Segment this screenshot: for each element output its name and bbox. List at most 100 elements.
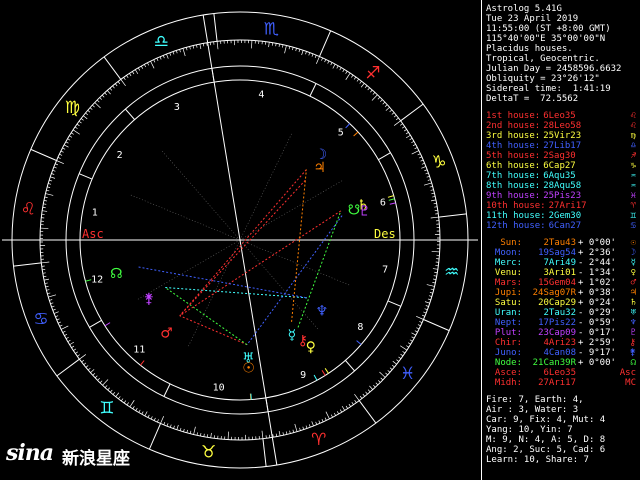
degree-tick (285, 431, 288, 435)
degree-tick (377, 96, 381, 100)
house-label: 6th house: (486, 161, 541, 171)
degree-tick (411, 336, 415, 339)
planet-row: Chir: 4Ari23 + 2°59' ⚷ (486, 338, 640, 348)
sign-divider (438, 213, 467, 218)
header-line: DeltaT = 72.5562 (486, 94, 579, 104)
degree-tick (405, 134, 411, 139)
degree-tick (56, 160, 64, 165)
planet-value: 15Gem04 (538, 278, 576, 288)
sign-glyph-icon: ♍ (65, 98, 80, 118)
degree-tick (74, 126, 78, 129)
house-row: 9th house: 25Pis23 ♓ (486, 191, 640, 201)
house-value: 25Vir23 (543, 131, 582, 141)
degree-tick (423, 311, 427, 314)
summary-line: Fire: 7, Earth: 4, (486, 395, 584, 405)
degree-tick (330, 414, 333, 418)
planet-value: 17Pis22 (538, 318, 576, 328)
degree-tick (384, 104, 388, 107)
planet-marker (356, 340, 362, 345)
planet-row: Plut: 23Cap09- 0°17' ♇ (486, 328, 640, 338)
summary-line: Ang: 2, Suc: 5, Cad: 6 (486, 445, 606, 455)
degree-tick (56, 318, 60, 321)
house-cusp-inner (239, 239, 350, 286)
house-label: 7th house: (486, 171, 541, 181)
sign-icon: ♎ (630, 141, 636, 151)
degree-tick (109, 87, 113, 91)
degree-tick (173, 425, 175, 429)
planet-value: 2Tau43 (543, 238, 576, 248)
house-number: 4 (258, 90, 264, 101)
house-cusp (345, 360, 355, 372)
sign-icon: ♌ (630, 121, 636, 131)
degree-tick (342, 69, 345, 73)
planet-label: Merc: (494, 258, 522, 268)
sign-divider (30, 148, 57, 161)
planet-rate: + 2°36' (578, 248, 616, 258)
degree-tick (305, 51, 307, 55)
degree-tick (426, 175, 430, 178)
degree-tick (49, 179, 53, 182)
degree-tick (430, 199, 436, 202)
degree-tick (378, 380, 381, 383)
planet-position-list: Sun: 2Tau43 + 0°00' ☉ Moon: 19Sag54 + 2°36' ☽ Me… (486, 238, 640, 388)
degree-tick (367, 87, 370, 91)
degree-tick (367, 389, 371, 393)
planet-label: Jupi: (494, 288, 522, 298)
planet-row: Node: 21Can39R + 0°00' ☊ (486, 358, 640, 368)
sign-icon: ♋ (630, 221, 636, 231)
degree-tick (77, 354, 80, 357)
degree-tick (406, 345, 410, 348)
planet-rate: - 1°34' (578, 268, 616, 278)
house-cusp (309, 83, 317, 97)
house-value: 6Cap27 (543, 161, 576, 171)
planet-rate: + 0°00' (578, 358, 616, 368)
planet-value: 4Ari23 (543, 338, 576, 348)
sina-logo: sina (6, 440, 54, 466)
degree-tick (411, 140, 415, 144)
planet-marker (140, 360, 145, 366)
degree-tick (268, 42, 270, 48)
degree-tick (203, 433, 205, 437)
degree-tick (351, 74, 354, 78)
watermark-text: 新浪星座 (62, 449, 130, 469)
degree-tick (298, 49, 301, 53)
degree-tick (345, 405, 348, 409)
sign-divider (319, 30, 332, 57)
degree-tick (424, 301, 430, 304)
degree-tick (400, 123, 403, 126)
planet-rate: + 0°38' (578, 288, 616, 298)
degree-tick (432, 282, 436, 284)
degree-tick (341, 405, 346, 411)
degree-tick (62, 330, 66, 333)
planet-marker (321, 370, 326, 376)
degree-tick (275, 43, 277, 47)
sign-glyph-icon: ♑ (431, 152, 446, 172)
summary-line: Yang: 10, Yin: 7 (486, 425, 573, 435)
degree-tick (414, 330, 418, 333)
degree-tick (144, 64, 147, 68)
house-value: 6Can27 (548, 221, 582, 231)
degree-tick (430, 216, 439, 219)
degree-tick (385, 372, 388, 376)
degree-tick (362, 393, 365, 397)
house-number: 8 (357, 322, 363, 333)
degree-tick (416, 327, 420, 330)
degree-tick (96, 99, 100, 103)
degree-tick (67, 339, 71, 343)
degree-tick (97, 378, 100, 381)
degree-tick (81, 359, 85, 363)
degree-tick (387, 370, 391, 373)
degree-tick (53, 311, 59, 314)
degree-tick (85, 365, 89, 368)
degree-tick (311, 421, 314, 427)
summary-line: Car: 9, Fix: 4, Mut: 4 (486, 415, 606, 425)
house-label: 12th house: (486, 221, 546, 231)
planet-label: Satu: (494, 298, 522, 308)
planet-row: Merc: 7Ari49- 2°44' ☿ (486, 258, 640, 268)
degree-tick (345, 72, 351, 80)
degree-tick (176, 424, 179, 430)
degree-tick (432, 268, 438, 270)
degree-tick (110, 389, 113, 393)
degree-tick (42, 210, 48, 212)
house-label: 2nd house: (486, 121, 541, 131)
